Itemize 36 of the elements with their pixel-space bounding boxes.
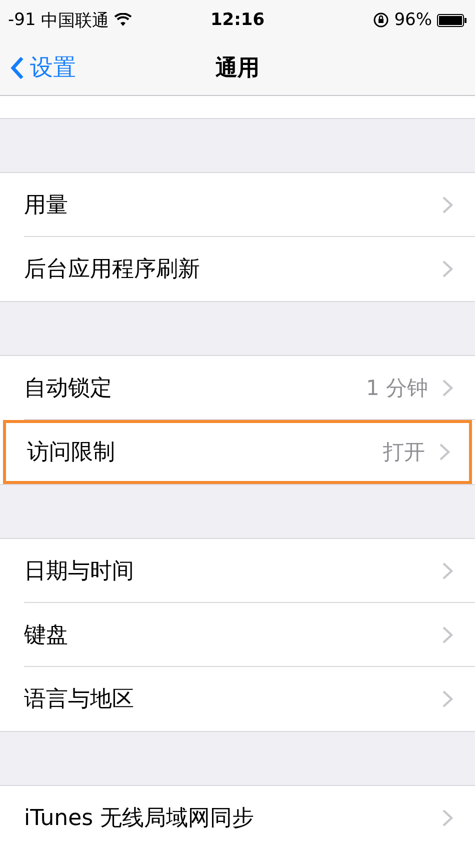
settings-row[interactable]: 自动锁定 1 分钟 [0, 356, 475, 420]
settings-row[interactable]: 键盘 [0, 603, 475, 667]
chevron-icon [442, 562, 453, 580]
row-label: iTunes 无线局域网同步 [24, 805, 256, 833]
rotation-lock-icon [373, 12, 390, 28]
settings-row[interactable]: 用量 [0, 173, 475, 237]
chevron-icon [439, 443, 450, 461]
chevron-icon [442, 626, 453, 644]
settings-row[interactable]: 日期与时间 [0, 539, 475, 603]
settings-row[interactable]: iTunes 无线局域网同步 [0, 786, 475, 844]
settings-row[interactable]: 后台应用程序刷新 [0, 237, 475, 301]
battery-percent: 96% [394, 10, 432, 30]
row-label: 自动锁定 [24, 375, 113, 403]
row-value: 打开 [383, 439, 425, 466]
chevron-icon [442, 260, 453, 278]
back-chevron-icon [10, 56, 24, 80]
signal-strength: -91 [8, 10, 36, 30]
row-label: 日期与时间 [24, 558, 135, 586]
nav-title: 通用 [216, 54, 260, 82]
row-value: 1 分钟 [366, 375, 428, 402]
row-label: 后台应用程序刷新 [24, 256, 201, 284]
row-label: 访问限制 [27, 439, 116, 467]
wifi-icon [114, 13, 132, 27]
row-label: 用量 [24, 192, 69, 220]
chevron-icon [442, 379, 453, 397]
back-button[interactable]: 设置 [0, 52, 76, 83]
highlighted-settings-row[interactable]: 访问限制 打开 [3, 420, 472, 484]
chevron-icon [442, 690, 453, 708]
battery-icon [437, 14, 467, 26]
chevron-icon [442, 196, 453, 214]
row-label: 语言与地区 [24, 686, 135, 714]
row-label: 键盘 [24, 622, 69, 650]
chevron-icon [442, 809, 453, 827]
status-time: 12:16 [210, 10, 265, 30]
settings-row[interactable]: 语言与地区 [0, 667, 475, 731]
carrier-name: 中国联通 [40, 10, 109, 32]
